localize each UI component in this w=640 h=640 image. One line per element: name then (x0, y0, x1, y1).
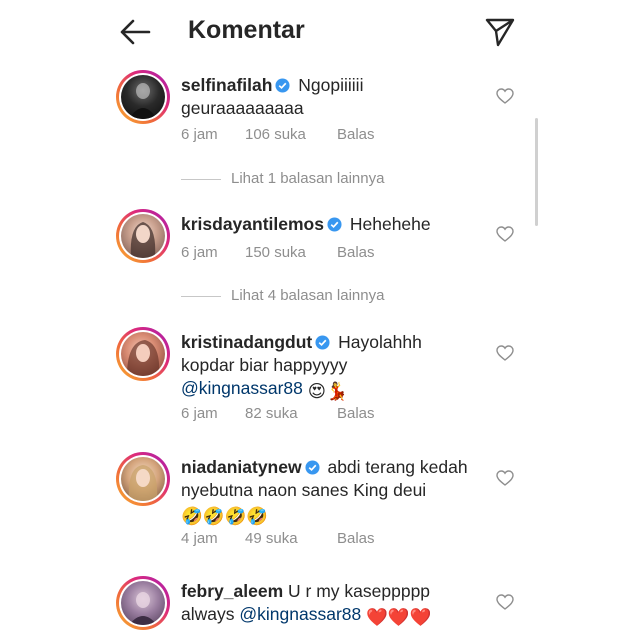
emoji-text: 😍💃 (307, 381, 348, 401)
comment-time: 6 jam (181, 244, 218, 261)
avatar[interactable] (116, 70, 170, 124)
comment-meta: 6 jam 106 suka Balas (181, 126, 375, 143)
comment-username[interactable]: kristinadangdut (181, 332, 312, 352)
reply-button[interactable]: Balas (337, 126, 375, 143)
comment-username[interactable]: krisdayantilemos (181, 214, 324, 234)
comment-time: 4 jam (181, 530, 218, 547)
comment-likes[interactable]: 106 suka (245, 126, 337, 143)
heart-icon[interactable] (496, 470, 514, 486)
mention-link[interactable]: @kingnassar88 (239, 604, 361, 624)
comment-likes[interactable]: 82 suka (245, 405, 337, 422)
comment-meta: 4 jam 49 suka Balas (181, 530, 375, 547)
view-replies-button[interactable]: Lihat 4 balasan lainnya (181, 287, 384, 304)
view-replies-button[interactable]: Lihat 1 balasan lainnya (181, 170, 384, 187)
comment-username[interactable]: selfinafilah (181, 75, 272, 95)
comment-username[interactable]: febry_aleem (181, 581, 283, 601)
comment-likes[interactable]: 49 suka (245, 530, 337, 547)
avatar[interactable] (116, 209, 170, 263)
heart-icon[interactable] (496, 88, 514, 104)
heart-icon[interactable] (496, 345, 514, 361)
avatar[interactable] (116, 452, 170, 506)
reply-button[interactable]: Balas (337, 405, 375, 422)
comment-meta: 6 jam 150 suka Balas (181, 244, 375, 261)
divider-line (181, 178, 221, 180)
heart-icon[interactable] (496, 594, 514, 610)
divider-line (181, 295, 221, 297)
comment-text: Hehehehe (349, 214, 431, 234)
mention-link[interactable]: @kingnassar88 (181, 378, 303, 398)
paper-plane-icon[interactable] (484, 16, 516, 48)
comment-username[interactable]: niadaniatynew (181, 457, 302, 477)
emoji-text: ❤️❤️❤️ (366, 607, 432, 627)
arrow-left-icon[interactable] (118, 17, 152, 47)
verified-badge-icon (315, 335, 330, 350)
comment-time: 6 jam (181, 405, 218, 422)
comment-likes[interactable]: 150 suka (245, 244, 337, 261)
comment-meta: 6 jam 82 suka Balas (181, 405, 375, 422)
heart-icon[interactable] (496, 226, 514, 242)
verified-badge-icon (275, 78, 290, 93)
emoji-text: 🤣🤣🤣🤣 (181, 506, 269, 526)
avatar[interactable] (116, 327, 170, 381)
verified-badge-icon (327, 217, 342, 232)
page-title: Komentar (188, 16, 305, 44)
view-replies-label: Lihat 4 balasan lainnya (231, 287, 385, 304)
view-replies-label: Lihat 1 balasan lainnya (231, 170, 385, 187)
scrollbar[interactable] (535, 118, 538, 226)
reply-button[interactable]: Balas (337, 530, 375, 547)
reply-button[interactable]: Balas (337, 244, 375, 261)
verified-badge-icon (305, 460, 320, 475)
header: Komentar (0, 0, 640, 64)
comment-time: 6 jam (181, 126, 218, 143)
avatar[interactable] (116, 576, 170, 630)
